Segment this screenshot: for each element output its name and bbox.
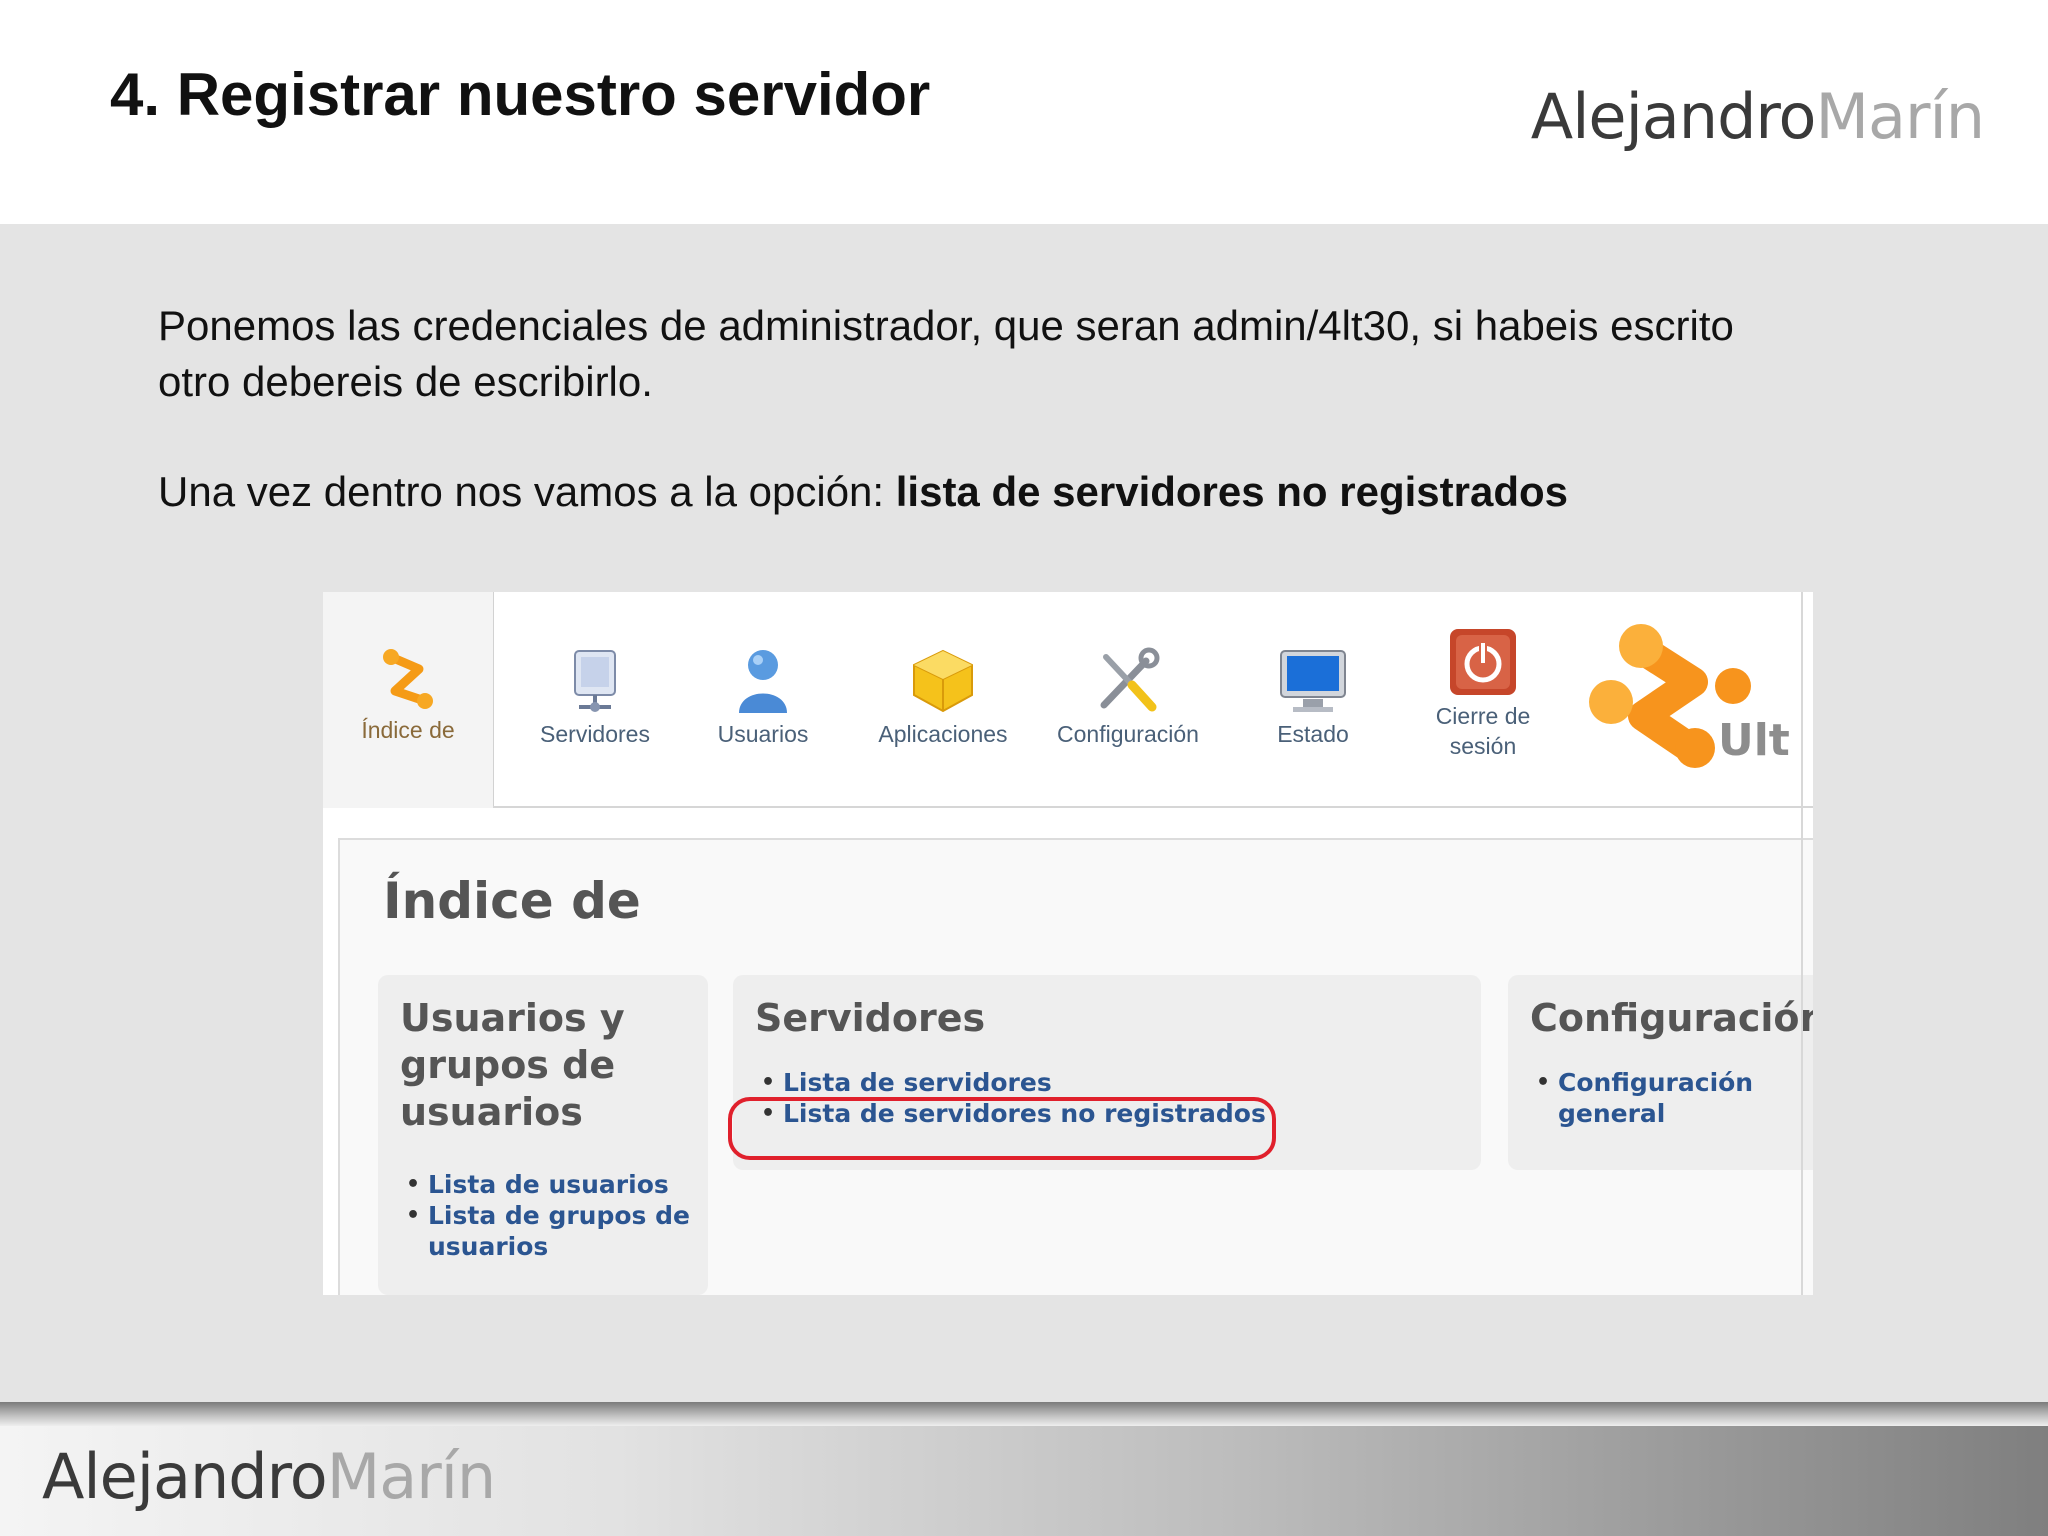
link-server-list[interactable]: Lista de servidores	[755, 1067, 1455, 1098]
toolbar-item-logout[interactable]: Cierre de sesión	[1408, 627, 1558, 761]
toolbar-item-applications[interactable]: Aplicaciones	[858, 647, 1028, 749]
card-servers-title: Servidores	[755, 996, 986, 1040]
server-icon	[574, 650, 616, 712]
slide-title: 4. Registrar nuestro servidor	[110, 61, 931, 128]
monitor-icon	[1280, 650, 1346, 712]
user-icon	[739, 650, 787, 713]
toolbar-item-configuration[interactable]: Configuración	[1043, 647, 1213, 749]
link-group-list[interactable]: Lista de grupos de usuarios	[400, 1200, 700, 1262]
toolbar-label-servers: Servidores	[540, 721, 650, 747]
card-users-links: Lista de usuarios Lista de grupos de usu…	[400, 1169, 700, 1262]
ultra-brand-logo: Ult	[1583, 620, 1813, 770]
link-user-list[interactable]: Lista de usuarios	[400, 1169, 700, 1200]
card-users: Usuarios y grupos de usuarios Lista de u…	[378, 975, 708, 1295]
toolbar-item-users[interactable]: Usuarios	[688, 647, 838, 749]
toolbar-label-configuration: Configuración	[1057, 721, 1199, 747]
option-name: lista de servidores no registrados	[895, 468, 1568, 515]
toolbar-item-status[interactable]: Estado	[1228, 647, 1398, 749]
brand-logo-bottom: AlejandroMarín	[42, 1440, 496, 1513]
slide-header: 4. Registrar nuestro servidor AlejandroM…	[0, 0, 2048, 224]
highlight-ellipse	[728, 1097, 1276, 1160]
app-toolbar: Índice de Servidores Usuarios Aplicacion…	[323, 592, 1813, 808]
tools-icon	[1100, 647, 1160, 712]
card-users-title: Usuarios y grupos de usuarios	[400, 996, 625, 1134]
toolbar-label-users: Usuarios	[717, 721, 809, 747]
toolbar-label-index: Índice de	[361, 717, 455, 743]
ultra-brand-text: Ult	[1718, 715, 1790, 766]
card-configuration-links: Configuración general	[1530, 1067, 1760, 1129]
index-logo-icon	[383, 649, 433, 709]
card-configuration-title: Configuración	[1530, 996, 1813, 1040]
toolbar-item-index[interactable]: Índice de	[323, 647, 493, 745]
card-configuration: Configuración Configuración general	[1508, 975, 1813, 1170]
page-heading: Índice de	[383, 872, 641, 930]
link-general-config[interactable]: Configuración general	[1530, 1067, 1760, 1129]
toolbar-label-applications: Aplicaciones	[878, 721, 1008, 747]
power-icon	[1450, 629, 1516, 695]
instruction-option: Una vez dentro nos vamos a la opción: li…	[158, 468, 1568, 515]
toolbar-label-logout: Cierre de sesión	[1435, 703, 1531, 759]
app-screenshot: Índice de Servidores Usuarios Aplicacion…	[323, 592, 1813, 1295]
instruction-paragraph: Ponemos las credenciales de administrado…	[158, 302, 1734, 405]
brand-logo-top: AlejandroMarín	[1530, 80, 1985, 153]
toolbar-label-status: Estado	[1277, 721, 1349, 747]
toolbar-item-servers[interactable]: Servidores	[510, 647, 680, 749]
scrollbar[interactable]	[1801, 592, 1803, 1295]
package-icon	[913, 649, 973, 713]
